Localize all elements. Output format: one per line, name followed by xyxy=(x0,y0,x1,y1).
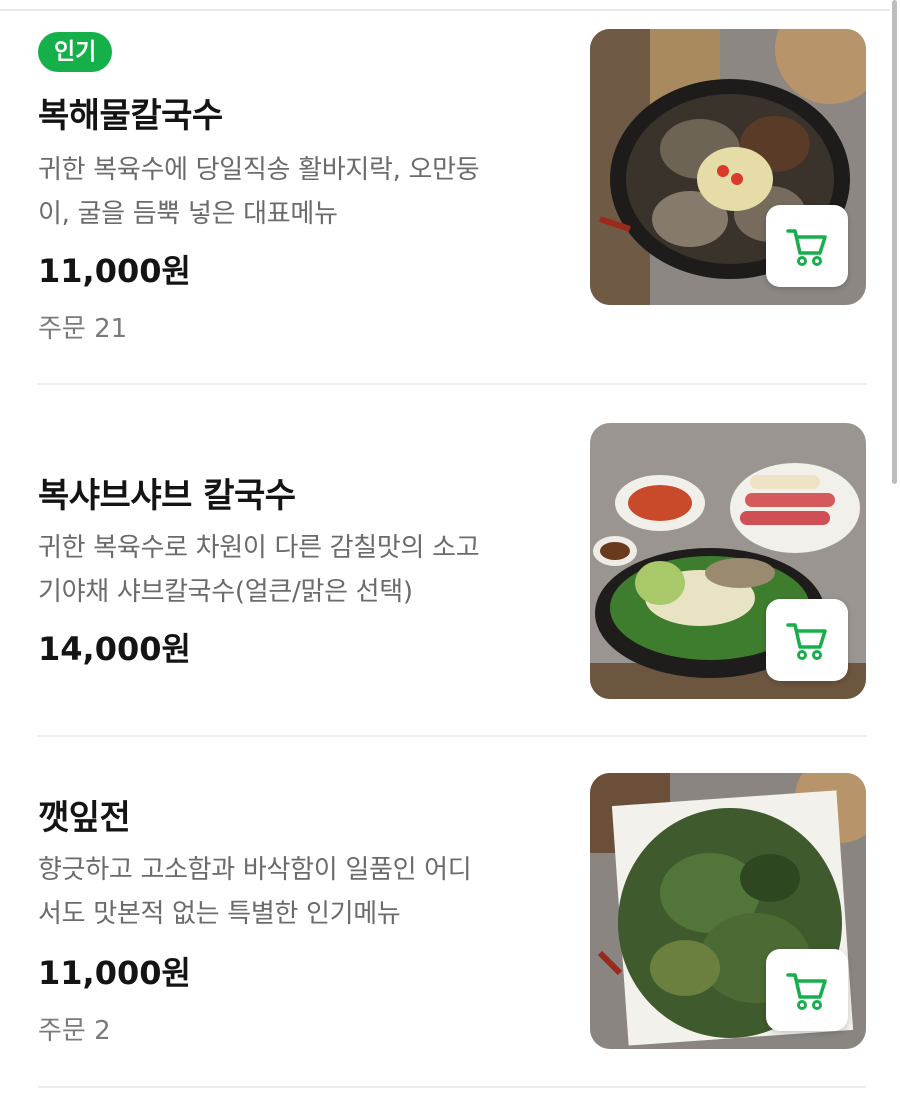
menu-price: 11,000원 xyxy=(38,252,191,290)
menu-description-line: 귀한 복육수로 차원이 다른 감칠맛의 소고 xyxy=(38,533,480,563)
menu-description-line: 이, 굴을 듬뿍 넣은 대표메뉴 xyxy=(38,199,338,229)
item-divider xyxy=(38,383,866,385)
menu-name[interactable]: 깻잎전 xyxy=(38,790,131,839)
add-to-cart-button[interactable] xyxy=(766,599,848,681)
menu-description-line: 향긋하고 고소함과 바삭함이 일품인 어디 xyxy=(38,855,472,885)
menu-description-line: 귀한 복육수에 당일직송 활바지락, 오만둥 xyxy=(38,155,480,185)
menu-photo[interactable] xyxy=(590,423,866,699)
item-divider xyxy=(38,735,866,737)
add-to-cart-button[interactable] xyxy=(766,205,848,287)
menu-name[interactable]: 복해물칼국수 xyxy=(38,88,223,137)
cart-icon xyxy=(786,229,827,266)
menu-description: 향긋하고 고소함과 바삭함이 일품인 어디 서도 맛본적 없는 특별한 인기메뉴 xyxy=(38,848,558,936)
menu-description: 귀한 복육수에 당일직송 활바지락, 오만둥 이, 굴을 듬뿍 넣은 대표메뉴 xyxy=(38,148,558,236)
menu-description-line: 기야채 샤브칼국수(얼큰/맑은 선택) xyxy=(38,577,413,607)
order-count: 주문 2 xyxy=(38,1016,111,1046)
add-to-cart-button[interactable] xyxy=(766,949,848,1031)
cart-icon xyxy=(786,623,827,660)
top-divider xyxy=(0,0,890,11)
popular-badge: 인기 xyxy=(38,32,113,72)
menu-description: 귀한 복육수로 차원이 다른 감칠맛의 소고 기야채 샤브칼국수(얼큰/맑은 선… xyxy=(38,526,558,614)
menu-price: 14,000원 xyxy=(38,630,191,668)
menu-description-line: 서도 맛본적 없는 특별한 인기메뉴 xyxy=(38,899,401,929)
menu-photo[interactable] xyxy=(590,773,866,1049)
item-divider xyxy=(38,1086,866,1088)
cart-icon xyxy=(786,973,827,1010)
scrollbar[interactable] xyxy=(892,0,897,484)
menu-photo[interactable] xyxy=(590,29,866,305)
menu-price: 11,000원 xyxy=(38,954,191,992)
order-count: 주문 21 xyxy=(38,314,128,344)
menu-name[interactable]: 복샤브샤브 칼국수 xyxy=(38,468,296,517)
